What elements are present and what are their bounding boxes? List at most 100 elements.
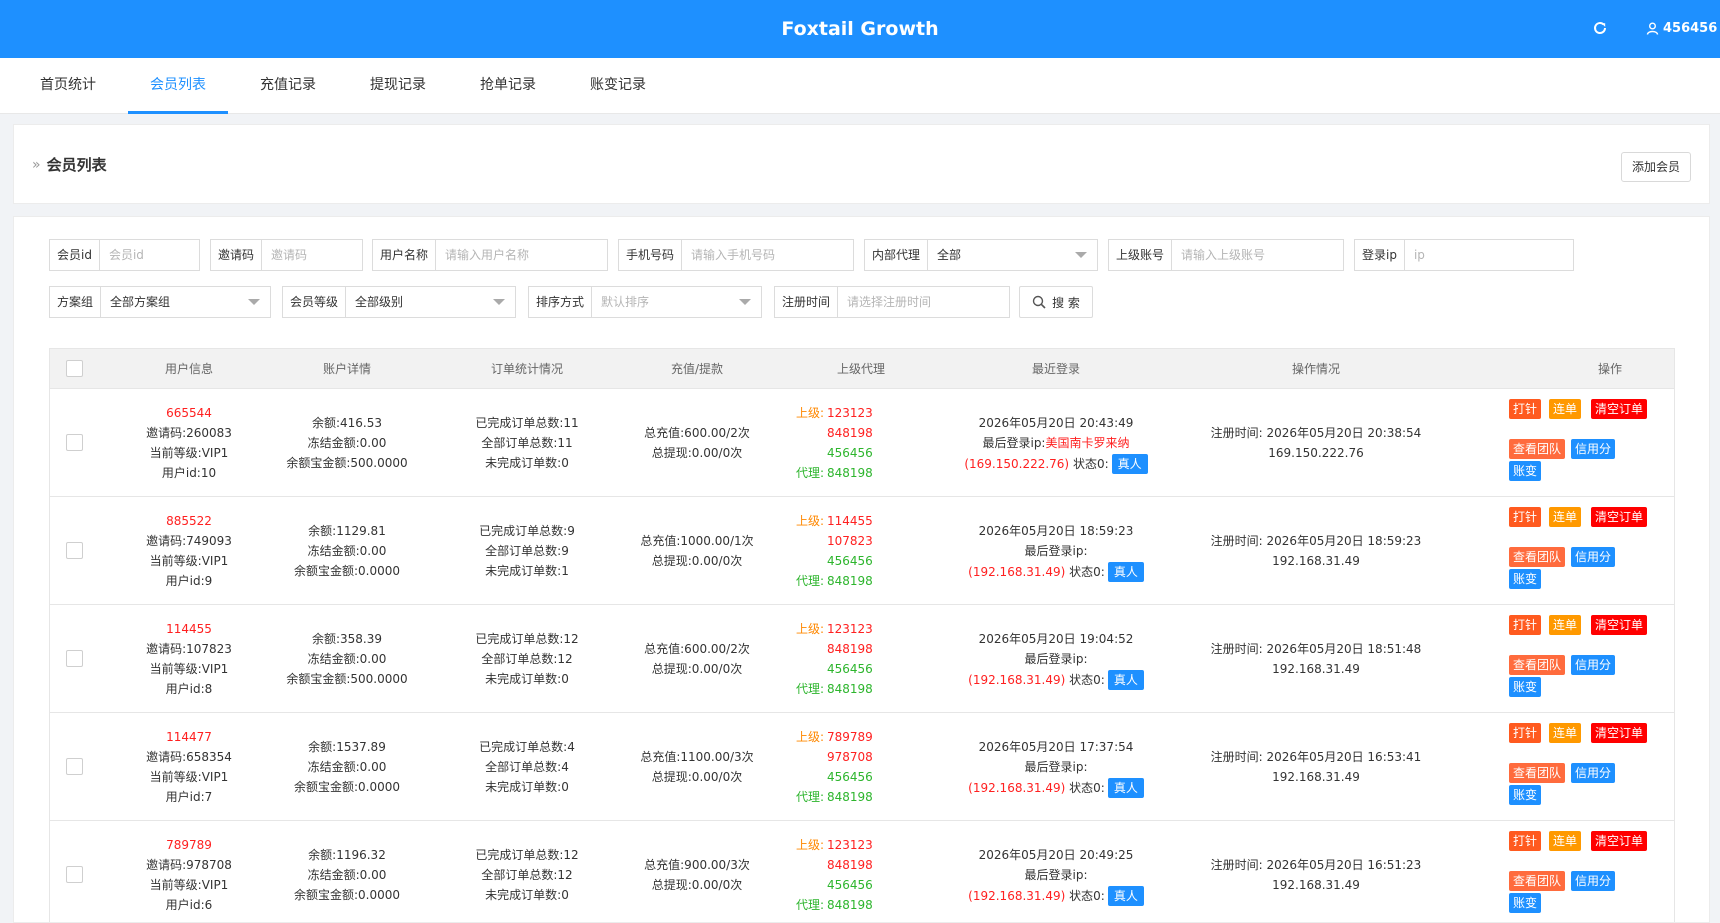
ledger-button[interactable]: 账变 bbox=[1509, 461, 1542, 481]
tab-dashboard[interactable]: 首页统计 bbox=[20, 58, 116, 114]
total-orders: 全部订单总数:12 bbox=[481, 652, 573, 666]
registration-cell: 注册时间: 2026年05月20日 16:53:41 192.168.31.49 bbox=[1196, 713, 1436, 821]
chain-order-button[interactable]: 连单 bbox=[1549, 399, 1582, 419]
login-ip-line: 最后登录ip: bbox=[1025, 541, 1088, 561]
tab-recharge[interactable]: 充值记录 bbox=[240, 58, 336, 114]
total-orders: 全部订单总数:9 bbox=[485, 544, 569, 558]
search-button[interactable]: 搜 索 bbox=[1019, 286, 1093, 318]
chain-order-button[interactable]: 连单 bbox=[1549, 507, 1582, 527]
registration-cell: 注册时间: 2026年05月20日 16:51:23 192.168.31.49 bbox=[1196, 821, 1436, 922]
superior-id: 978708 bbox=[827, 750, 873, 764]
clear-orders-button[interactable]: 清空订单 bbox=[1591, 723, 1648, 743]
filter-internal-agent[interactable]: 内部代理 全部 bbox=[864, 239, 1098, 271]
tab-withdraw[interactable]: 提现记录 bbox=[350, 58, 446, 114]
recharge-cell: 总充值:900.00/3次 总提现:0.00/0次 bbox=[627, 821, 767, 922]
login-status: 状态0: bbox=[1069, 672, 1105, 687]
username-input[interactable] bbox=[436, 240, 607, 270]
row-checkbox[interactable] bbox=[66, 866, 83, 883]
user-menu[interactable]: 456456 bbox=[1646, 21, 1720, 36]
username[interactable]: 885522 bbox=[166, 511, 212, 531]
chevron-down-icon bbox=[493, 299, 505, 305]
credit-score-button[interactable]: 信用分 bbox=[1571, 763, 1616, 783]
real-person-badge[interactable]: 真人 bbox=[1107, 561, 1144, 582]
balance: 余额:1129.81 bbox=[308, 524, 386, 538]
clear-orders-button[interactable]: 清空订单 bbox=[1591, 615, 1648, 635]
filter-member-level[interactable]: 会员等级 全部级别 bbox=[282, 286, 516, 318]
login-time: 2026年05月20日 18:59:23 bbox=[978, 523, 1134, 538]
user-id: 用户id:8 bbox=[165, 682, 213, 696]
login-ip-input[interactable] bbox=[1404, 240, 1573, 270]
punch-button[interactable]: 打针 bbox=[1509, 615, 1542, 635]
view-team-button[interactable]: 查看团队 bbox=[1509, 655, 1566, 675]
username[interactable]: 114455 bbox=[166, 619, 212, 639]
row-checkbox[interactable] bbox=[66, 434, 83, 451]
filter-label: 用户名称 bbox=[373, 240, 437, 270]
punch-button[interactable]: 打针 bbox=[1509, 507, 1542, 527]
real-person-badge[interactable]: 真人 bbox=[1111, 453, 1148, 474]
punch-button[interactable]: 打针 bbox=[1509, 831, 1542, 851]
real-person-badge[interactable]: 真人 bbox=[1107, 669, 1144, 690]
filter-sort[interactable]: 排序方式 默认排序 bbox=[528, 286, 762, 318]
row-checkbox[interactable] bbox=[66, 758, 83, 775]
filter-username: 用户名称 bbox=[372, 239, 608, 271]
phone-input[interactable] bbox=[682, 240, 853, 270]
login-status: 状态0: bbox=[1069, 564, 1105, 579]
registration-cell: 注册时间: 2026年05月20日 18:51:48 192.168.31.49 bbox=[1196, 605, 1436, 713]
clear-orders-button[interactable]: 清空订单 bbox=[1591, 507, 1648, 527]
filter-label: 会员id bbox=[50, 240, 100, 270]
member-table: 用户信息 账户详情 订单统计情况 充值/提款 上级代理 最近登录 操作情况 操作… bbox=[49, 348, 1675, 922]
plan-group-select[interactable]: 全部方案组 bbox=[101, 287, 270, 317]
username[interactable]: 665544 bbox=[166, 403, 212, 423]
reg-time-input[interactable] bbox=[838, 287, 1009, 317]
chain-order-button[interactable]: 连单 bbox=[1549, 723, 1582, 743]
row-checkbox[interactable] bbox=[66, 542, 83, 559]
ledger-button[interactable]: 账变 bbox=[1509, 569, 1542, 589]
completed-orders: 已完成订单总数:11 bbox=[475, 416, 579, 430]
filter-phone: 手机号码 bbox=[618, 239, 854, 271]
credit-score-button[interactable]: 信用分 bbox=[1571, 871, 1616, 891]
yeb-amount: 余额宝金额:0.0000 bbox=[293, 564, 401, 578]
total-recharge: 总充值:1000.00/1次 bbox=[640, 534, 754, 548]
tab-grab-orders[interactable]: 抢单记录 bbox=[460, 58, 556, 114]
superior-input[interactable] bbox=[1172, 240, 1343, 270]
punch-button[interactable]: 打针 bbox=[1509, 723, 1542, 743]
top-bar: Foxtail Growth 456456 bbox=[0, 0, 1720, 58]
view-team-button[interactable]: 查看团队 bbox=[1509, 871, 1566, 891]
tab-member-list[interactable]: 会员列表 bbox=[128, 58, 228, 114]
username[interactable]: 789789 bbox=[166, 835, 212, 855]
chain-order-button[interactable]: 连单 bbox=[1549, 615, 1582, 635]
row-checkbox[interactable] bbox=[66, 650, 83, 667]
proxy-label: 代理: bbox=[795, 898, 824, 912]
real-person-badge[interactable]: 真人 bbox=[1107, 885, 1144, 906]
member-level-select[interactable]: 全部级别 bbox=[346, 287, 515, 317]
proxy-id: 848198 bbox=[827, 682, 873, 696]
username[interactable]: 114477 bbox=[166, 727, 212, 747]
user-info-cell: 789789 邀请码:978708 当前等级:VIP1 用户id:6 bbox=[116, 821, 262, 922]
credit-score-button[interactable]: 信用分 bbox=[1571, 439, 1616, 459]
add-member-button[interactable]: 添加会员 bbox=[1621, 152, 1691, 182]
ledger-button[interactable]: 账变 bbox=[1509, 893, 1542, 913]
invite-code: 邀请码:749093 bbox=[146, 534, 232, 548]
view-team-button[interactable]: 查看团队 bbox=[1509, 547, 1566, 567]
filter-superior: 上级账号 bbox=[1108, 239, 1344, 271]
refresh-icon[interactable] bbox=[1592, 20, 1608, 36]
table-row: 114477 邀请码:658354 当前等级:VIP1 用户id:7 余额:15… bbox=[50, 713, 1674, 821]
clear-orders-button[interactable]: 清空订单 bbox=[1591, 831, 1648, 851]
sort-select[interactable]: 默认排序 bbox=[592, 287, 761, 317]
credit-score-button[interactable]: 信用分 bbox=[1571, 547, 1616, 567]
ledger-button[interactable]: 账变 bbox=[1509, 785, 1542, 805]
credit-score-button[interactable]: 信用分 bbox=[1571, 655, 1616, 675]
proxy-label: 代理: bbox=[795, 790, 824, 804]
punch-button[interactable]: 打针 bbox=[1509, 399, 1542, 419]
select-all-checkbox[interactable] bbox=[66, 360, 83, 377]
tab-ledger[interactable]: 账变记录 bbox=[570, 58, 666, 114]
filter-plan-group[interactable]: 方案组 全部方案组 bbox=[49, 286, 271, 318]
real-person-badge[interactable]: 真人 bbox=[1107, 777, 1144, 798]
chain-order-button[interactable]: 连单 bbox=[1549, 831, 1582, 851]
clear-orders-button[interactable]: 清空订单 bbox=[1591, 399, 1648, 419]
operations-cell: 打针 连单 清空订单 查看团队 信用分 账变 bbox=[1509, 605, 1669, 713]
view-team-button[interactable]: 查看团队 bbox=[1509, 439, 1566, 459]
internal-agent-select[interactable]: 全部 bbox=[928, 240, 1097, 270]
view-team-button[interactable]: 查看团队 bbox=[1509, 763, 1566, 783]
ledger-button[interactable]: 账变 bbox=[1509, 677, 1542, 697]
